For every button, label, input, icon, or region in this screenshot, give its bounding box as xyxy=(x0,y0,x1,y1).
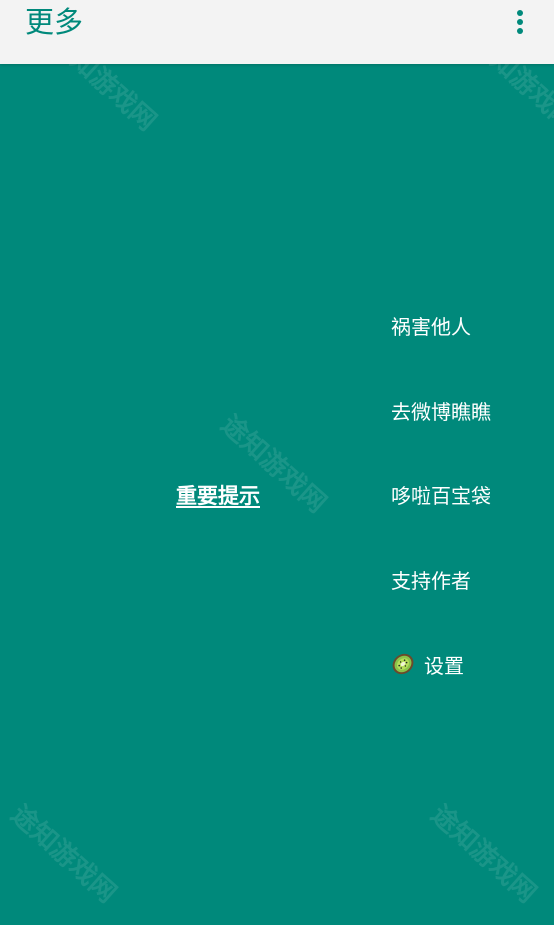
menu-item-doraemon-pocket[interactable]: 哆啦百宝袋 xyxy=(391,479,491,509)
menu-item-support-author[interactable]: 支持作者 xyxy=(391,564,471,594)
overflow-menu-button[interactable] xyxy=(500,0,540,44)
menu-item-label: 设置 xyxy=(424,653,464,678)
menu-item-label: 去微博瞧瞧 xyxy=(391,399,491,424)
page-title: 更多 xyxy=(25,5,84,39)
kiwi-icon xyxy=(391,652,415,676)
menu-item-settings[interactable]: 设置 xyxy=(391,649,464,679)
app-bar: 更多 xyxy=(0,0,554,64)
watermark: 途知游戏网 xyxy=(4,799,122,910)
menu-item-harm-others[interactable]: 祸害他人 xyxy=(391,310,471,340)
menu-item-label: 哆啦百宝袋 xyxy=(391,483,491,508)
menu-item-label: 支持作者 xyxy=(391,568,471,593)
important-notice-link[interactable]: 重要提示 xyxy=(176,480,260,510)
main-content: 途知游戏网 途知游戏网 途知游戏网 途知游戏网 途知游戏网 重要提示 祸害他人 … xyxy=(0,28,554,925)
menu-item-label: 祸害他人 xyxy=(391,314,471,339)
more-vert-icon xyxy=(516,9,524,35)
watermark: 途知游戏网 xyxy=(424,799,542,910)
menu-item-visit-weibo[interactable]: 去微博瞧瞧 xyxy=(391,395,491,425)
